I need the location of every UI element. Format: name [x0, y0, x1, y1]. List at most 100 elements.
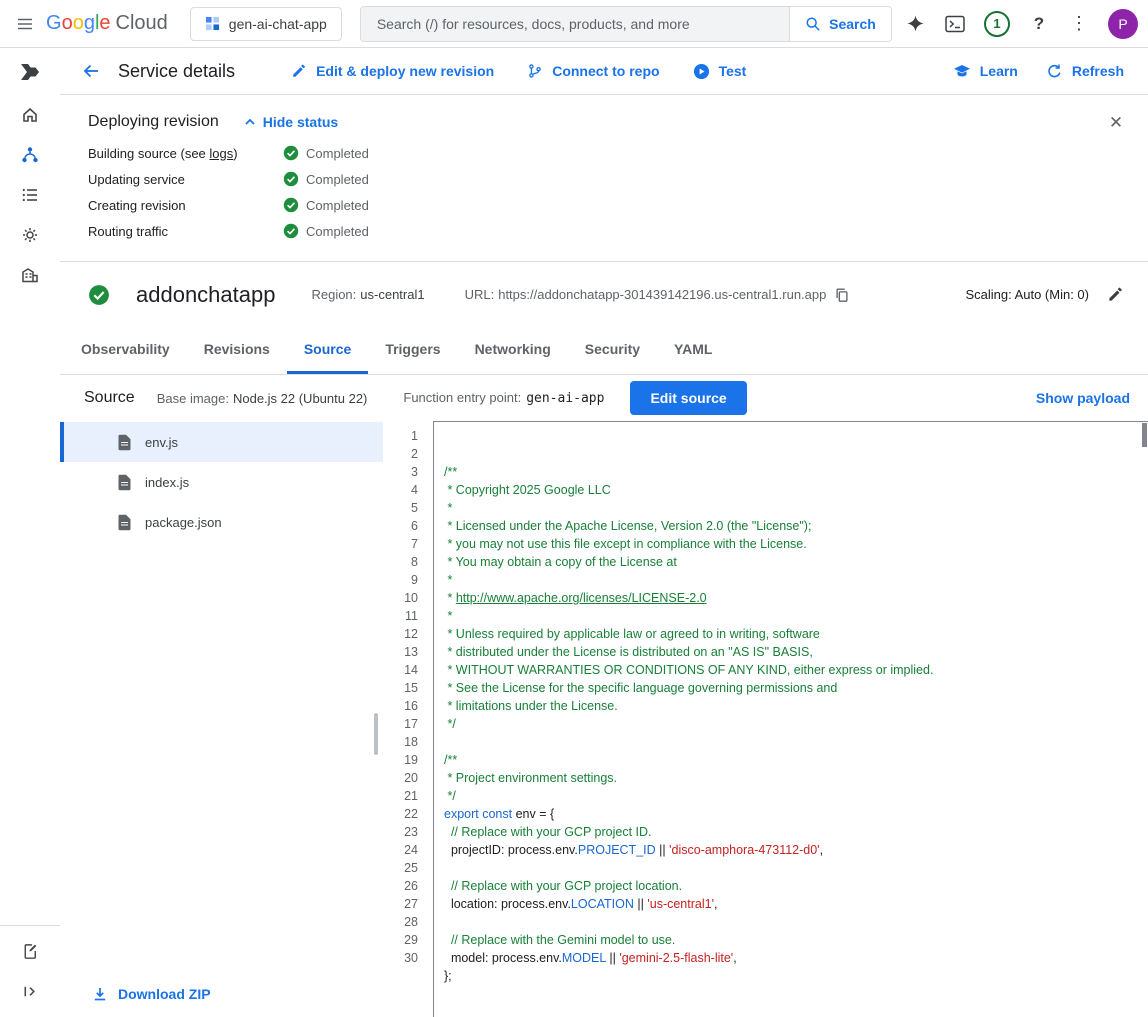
editor-scrollbar[interactable] — [1142, 423, 1147, 447]
download-zip-label: Download ZIP — [118, 986, 211, 1002]
logo-letter: g — [84, 12, 95, 35]
back-arrow-icon[interactable] — [76, 56, 106, 86]
search-input[interactable] — [361, 7, 789, 41]
notifications-badge[interactable]: 1 — [984, 11, 1010, 37]
status-value: Completed — [306, 224, 369, 239]
tab-security[interactable]: Security — [568, 327, 657, 374]
line-numbers: 1234567891011121314151617181920212223242… — [383, 421, 433, 1017]
refresh-icon — [1046, 63, 1063, 80]
cloud-shell-icon[interactable] — [936, 5, 974, 43]
edit-scaling-icon[interactable] — [1107, 286, 1124, 303]
code-viewport: /** * Copyright 2025 Google LLC * * Lice… — [433, 421, 1148, 1017]
connect-repo-button[interactable]: Connect to repo — [527, 63, 659, 79]
source-body: env.js index.js package.json — [60, 421, 1148, 1017]
refresh-label: Refresh — [1072, 63, 1124, 79]
app-root: Google Cloud gen-ai-chat-app Search — [0, 0, 1148, 1017]
sidebar-home-icon[interactable] — [6, 96, 54, 134]
notification-count: 1 — [993, 16, 1000, 31]
close-icon[interactable]: ✕ — [1100, 107, 1132, 139]
learn-label: Learn — [980, 63, 1018, 79]
pencil-icon — [291, 63, 307, 79]
tab-triggers[interactable]: Triggers — [368, 327, 457, 374]
download-icon — [92, 986, 108, 1002]
status-row: Creating revision Completed — [88, 197, 1124, 213]
code-content: /** * Copyright 2025 Google LLC * * Lice… — [444, 463, 1148, 1003]
hide-status-button[interactable]: Hide status — [244, 114, 338, 130]
check-circle-icon — [283, 145, 299, 161]
project-name: gen-ai-chat-app — [229, 16, 327, 32]
logo-letter: o — [62, 12, 73, 35]
project-switcher[interactable]: gen-ai-chat-app — [190, 7, 342, 41]
page-title: Service details — [118, 61, 235, 82]
refresh-button[interactable]: Refresh — [1046, 63, 1124, 80]
base-image-label: Base image: — [157, 391, 229, 406]
region-label: Region: — [311, 287, 356, 302]
copy-icon[interactable] — [834, 287, 850, 303]
tab-observability[interactable]: Observability — [64, 327, 187, 374]
topbar: Google Cloud gen-ai-chat-app Search — [0, 0, 1148, 48]
logo-letter: o — [73, 12, 84, 35]
tab-networking[interactable]: Networking — [458, 327, 568, 374]
scaling-label: Scaling: Auto (Min: 0) — [965, 287, 1089, 302]
file-row-env-js[interactable]: env.js — [60, 422, 383, 462]
status-label: Routing traffic — [88, 224, 283, 239]
google-cloud-logo[interactable]: Google Cloud — [46, 12, 168, 35]
gemini-sparkle-icon[interactable] — [896, 5, 934, 43]
code-editor: 1234567891011121314151617181920212223242… — [383, 421, 1148, 1017]
check-circle-icon — [283, 197, 299, 213]
more-vert-icon[interactable]: ⋮ — [1060, 5, 1098, 43]
tab-yaml[interactable]: YAML — [657, 327, 729, 374]
status-value: Completed — [306, 172, 369, 187]
file-name: env.js — [145, 435, 178, 450]
status-label-text: Building source (see — [88, 146, 209, 161]
status-row: Building source (see logs) Completed — [88, 145, 1124, 161]
file-row-package-json[interactable]: package.json — [60, 502, 383, 542]
entry-point-label: Function entry point: — [403, 390, 521, 405]
service-tabs: Observability Revisions Source Triggers … — [60, 327, 1148, 375]
help-icon[interactable]: ? — [1020, 5, 1058, 43]
sidebar-organization-icon[interactable] — [6, 256, 54, 294]
check-circle-icon — [283, 171, 299, 187]
service-url: https://addonchatapp-301439142196.us-cen… — [498, 287, 826, 302]
repo-branch-icon — [527, 63, 543, 79]
logo-letter: e — [99, 12, 110, 35]
play-circle-icon — [693, 63, 710, 80]
entry-point-value: gen-ai-app — [526, 391, 604, 406]
service-toolbar: Service details Edit & deploy new revisi… — [60, 48, 1148, 95]
avatar-initial: P — [1118, 16, 1127, 32]
region-value: us-central1 — [360, 287, 424, 302]
show-payload-link[interactable]: Show payload — [1036, 390, 1130, 406]
sidebar-bottom — [0, 925, 60, 1017]
deploy-status-panel: ✕ Deploying revision Hide status Buildin… — [60, 95, 1148, 262]
edit-deploy-button[interactable]: Edit & deploy new revision — [291, 63, 494, 79]
status-row: Updating service Completed — [88, 171, 1124, 187]
check-circle-icon — [283, 223, 299, 239]
download-zip-button[interactable]: Download ZIP — [60, 986, 383, 1017]
hamburger-menu-icon[interactable] — [6, 5, 44, 43]
learn-button[interactable]: Learn — [953, 62, 1018, 80]
file-name: index.js — [145, 475, 189, 490]
service-header: addonchatapp Region:us-central1 URL:http… — [60, 262, 1148, 327]
file-icon — [117, 434, 132, 451]
source-title: Source — [84, 389, 135, 407]
tab-revisions[interactable]: Revisions — [187, 327, 287, 374]
sidebar-list-icon[interactable] — [6, 176, 54, 214]
tab-source[interactable]: Source — [287, 327, 368, 374]
release-notes-icon[interactable] — [6, 932, 54, 970]
test-button[interactable]: Test — [693, 63, 747, 80]
edit-source-button[interactable]: Edit source — [630, 381, 746, 415]
main-content: Service details Edit & deploy new revisi… — [60, 48, 1148, 1017]
sidebar-integrations-icon[interactable] — [6, 216, 54, 254]
search-button[interactable]: Search — [789, 7, 891, 41]
logs-link[interactable]: logs — [209, 146, 233, 161]
file-tree: env.js index.js package.json — [60, 421, 383, 1017]
sidebar-services-icon[interactable] — [6, 136, 54, 174]
edit-deploy-label: Edit & deploy new revision — [316, 63, 494, 79]
file-row-index-js[interactable]: index.js — [60, 462, 383, 502]
avatar[interactable]: P — [1108, 9, 1138, 39]
file-panel-scrollbar[interactable] — [374, 713, 378, 755]
status-label: Building source (see logs) — [88, 146, 283, 161]
file-name: package.json — [145, 515, 222, 530]
collapse-nav-icon[interactable] — [6, 972, 54, 1010]
hide-status-label: Hide status — [263, 114, 338, 130]
